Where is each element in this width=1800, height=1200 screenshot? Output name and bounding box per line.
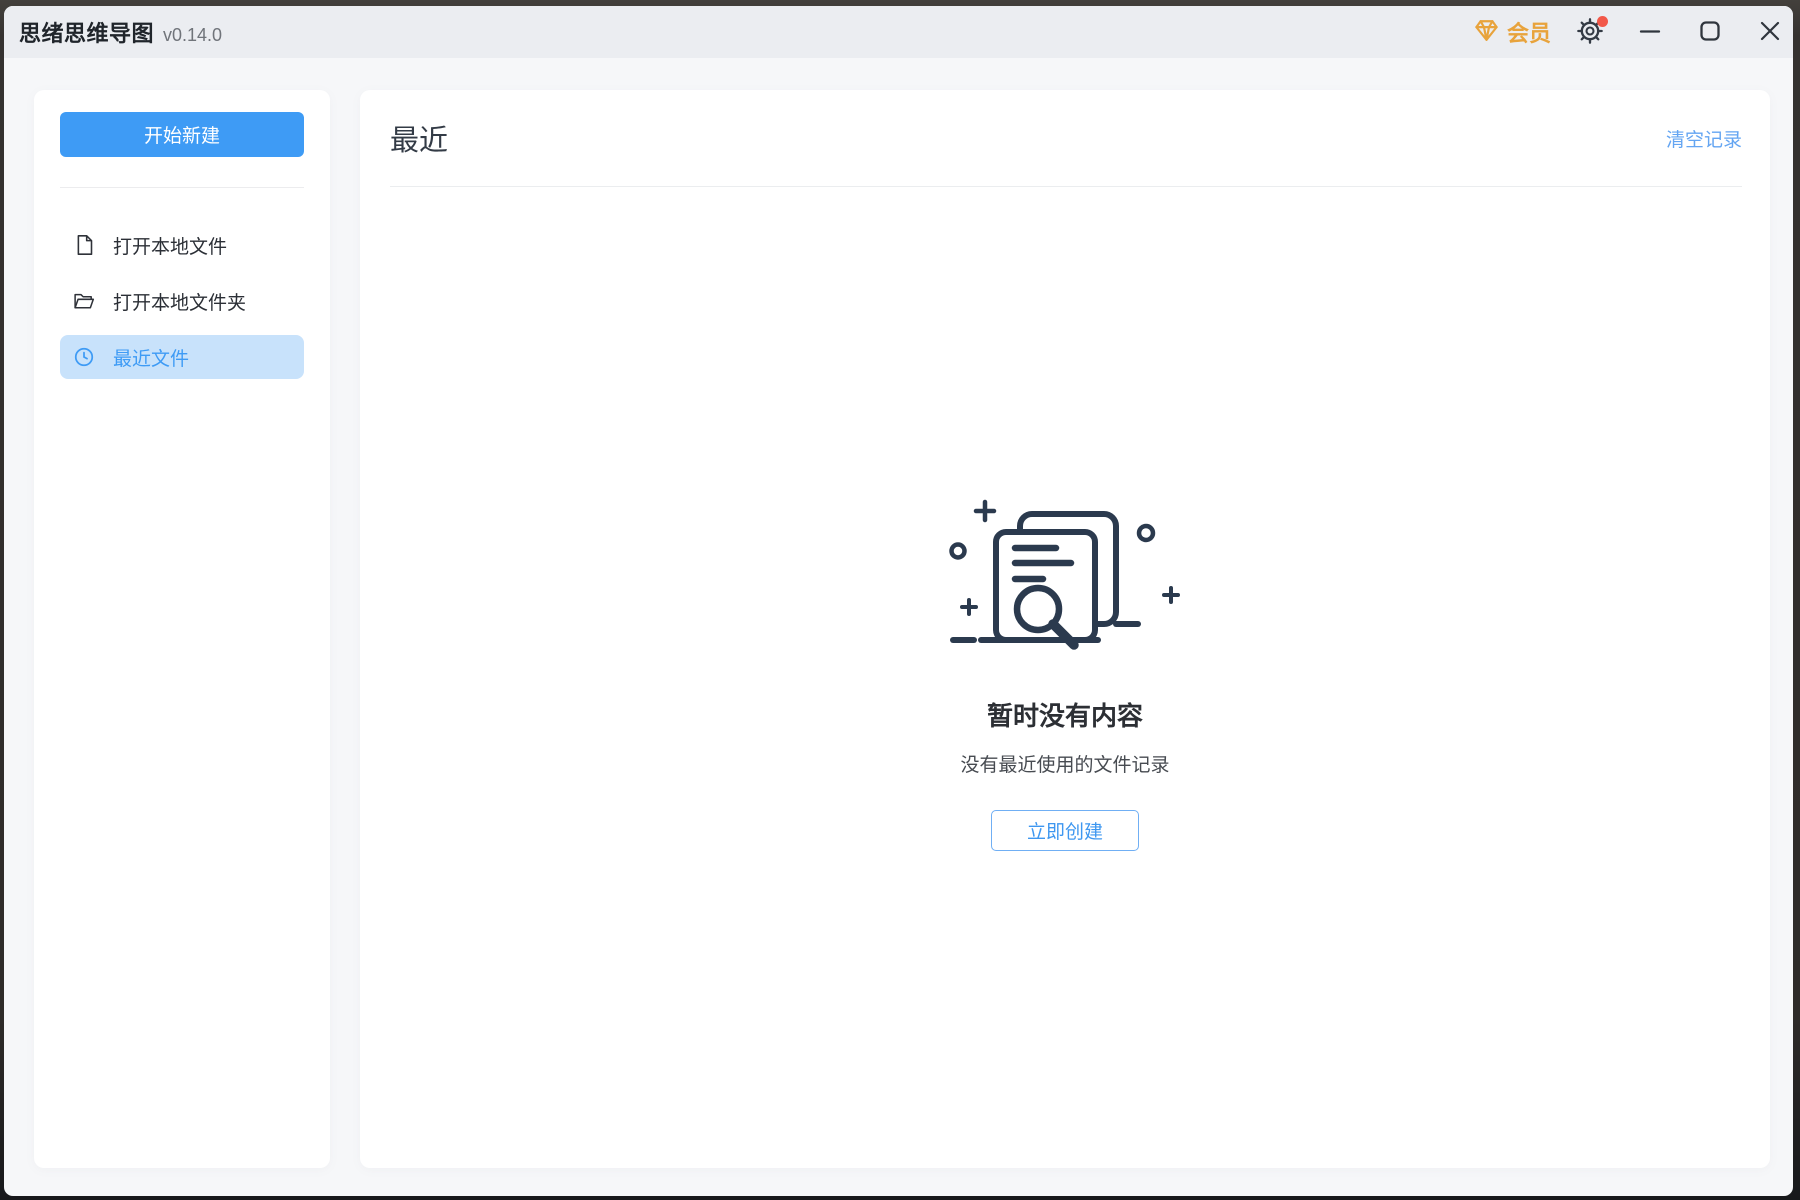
documents-search-illustration [948, 499, 1183, 656]
sidebar-item-recent-files[interactable]: 最近文件 [60, 335, 304, 379]
maximize-button[interactable] [1695, 17, 1725, 47]
app-window: 思绪思维导图 v0.14.0 会员 [4, 6, 1793, 1196]
sidebar-nav: 打开本地文件 打开本地文件夹 [60, 223, 304, 379]
clock-icon [73, 346, 95, 368]
vip-membership-button[interactable]: 会员 [1473, 16, 1551, 48]
page-title: 最近 [390, 117, 448, 159]
sidebar-item-label: 打开本地文件 [113, 232, 227, 259]
minimize-icon [1637, 18, 1663, 47]
titlebar-controls: 会员 [1473, 16, 1785, 48]
sidebar-item-open-local-folder[interactable]: 打开本地文件夹 [60, 279, 304, 323]
file-icon [73, 233, 95, 257]
app-title: 思绪思维导图 [19, 16, 154, 48]
sidebar-item-label: 打开本地文件夹 [113, 288, 246, 315]
create-new-button[interactable]: 开始新建 [60, 112, 304, 157]
maximize-icon [1697, 18, 1723, 47]
close-icon [1757, 18, 1783, 47]
main-panel: 最近 清空记录 [360, 90, 1770, 1168]
vip-label: 会员 [1507, 16, 1551, 48]
desktop-background: 思绪思维导图 v0.14.0 会员 [0, 0, 1800, 1200]
notification-badge [1597, 16, 1608, 27]
create-now-button[interactable]: 立即创建 [991, 810, 1139, 851]
sidebar-item-open-local-file[interactable]: 打开本地文件 [60, 223, 304, 267]
folder-open-icon [73, 290, 95, 312]
minimize-button[interactable] [1635, 17, 1665, 47]
sidebar-item-label: 最近文件 [113, 344, 189, 371]
empty-state: 暂时没有内容 没有最近使用的文件记录 立即创建 [360, 499, 1770, 851]
titlebar[interactable]: 思绪思维导图 v0.14.0 会员 [4, 6, 1793, 58]
main-header: 最近 清空记录 [360, 90, 1770, 186]
app-version: v0.14.0 [163, 25, 222, 46]
clear-records-link[interactable]: 清空记录 [1666, 125, 1742, 152]
sidebar-divider [60, 187, 304, 188]
close-button[interactable] [1755, 17, 1785, 47]
empty-state-title: 暂时没有内容 [987, 696, 1143, 733]
sidebar: 开始新建 打开本地文件 [34, 90, 330, 1168]
diamond-gem-icon [1473, 17, 1500, 47]
empty-state-subtitle: 没有最近使用的文件记录 [960, 750, 1169, 777]
header-divider [390, 186, 1742, 187]
app-identity: 思绪思维导图 v0.14.0 [19, 16, 222, 48]
settings-button[interactable] [1575, 17, 1605, 47]
